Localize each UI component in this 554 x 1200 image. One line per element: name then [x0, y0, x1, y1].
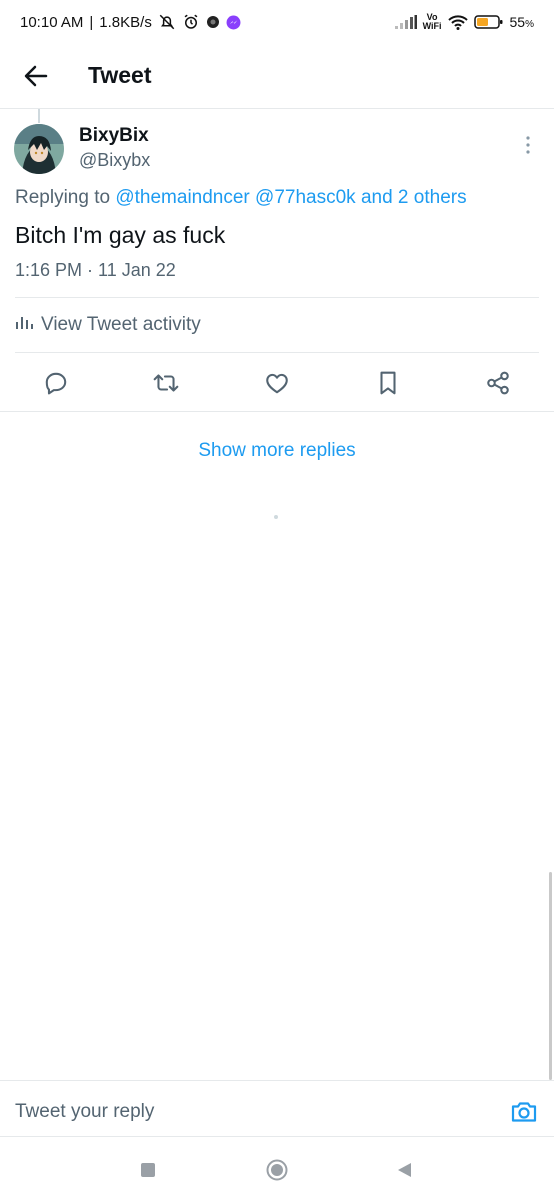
divider [0, 411, 554, 412]
status-network-speed: 1.8KB/s [99, 13, 152, 31]
reply-composer: Tweet your reply [0, 1080, 554, 1137]
retweet-icon[interactable] [152, 369, 180, 397]
signal-icon [394, 15, 417, 29]
battery-value: 55 [509, 14, 526, 30]
battery-unit: % [525, 19, 534, 30]
vowifi-wifi-label: WiFi [422, 21, 442, 31]
recent-apps-icon[interactable] [141, 1163, 155, 1177]
view-tweet-activity-label: View Tweet activity [41, 314, 201, 335]
view-tweet-activity-button[interactable]: View Tweet activity [15, 314, 201, 336]
mention-link[interactable]: @themaindncer [115, 187, 249, 208]
vowifi-icon: Vo WiFi [423, 13, 442, 31]
more-options-icon[interactable] [520, 134, 536, 156]
analytics-icon [15, 314, 33, 336]
tweet-text: Bitch I'm gay as fuck [15, 222, 226, 248]
tweet-timestamp[interactable]: 1:16 PM · 11 Jan 22 [15, 260, 176, 281]
wifi-icon [447, 14, 468, 30]
loading-indicator [274, 515, 278, 519]
page-title: Tweet [88, 62, 152, 88]
tweet-actions [0, 365, 554, 401]
share-icon[interactable] [484, 369, 512, 397]
home-icon[interactable] [266, 1159, 288, 1181]
reply-icon[interactable] [42, 369, 70, 397]
others-link[interactable]: and 2 others [361, 187, 467, 208]
alarm-icon [182, 13, 200, 31]
back-arrow-icon[interactable] [22, 62, 50, 90]
display-name[interactable]: BixyBix [79, 125, 149, 147]
thread-connector-line [38, 109, 40, 123]
scrollbar[interactable] [549, 872, 552, 1080]
muted-bell-icon [158, 13, 176, 31]
app-notification-icon [206, 15, 220, 29]
mention-link[interactable]: @77hasc0k [255, 187, 356, 208]
user-handle[interactable]: @Bixybx [79, 150, 150, 171]
status-bar: 10:10 AM | 1.8KB/s Vo WiFi 55% [0, 0, 554, 44]
messenger-icon [226, 15, 241, 30]
top-app-bar: Tweet [0, 44, 554, 109]
status-time: 10:10 AM [20, 13, 84, 31]
battery-icon [473, 14, 504, 30]
system-navigation-bar [0, 1145, 554, 1200]
replying-to: Replying to @themaindncer @77hasc0k and … [15, 187, 467, 209]
replying-prefix: Replying to [15, 187, 111, 208]
status-separator: | [89, 13, 94, 31]
camera-icon[interactable] [510, 1099, 538, 1125]
divider [15, 297, 539, 298]
system-back-icon[interactable] [395, 1161, 413, 1179]
bookmark-icon[interactable] [374, 369, 402, 397]
show-more-replies-link[interactable]: Show more replies [0, 440, 554, 462]
like-icon[interactable] [263, 369, 291, 397]
avatar[interactable] [14, 124, 64, 174]
battery-percent: 55% [510, 14, 534, 30]
divider [15, 352, 539, 353]
reply-input[interactable]: Tweet your reply [15, 1101, 154, 1123]
